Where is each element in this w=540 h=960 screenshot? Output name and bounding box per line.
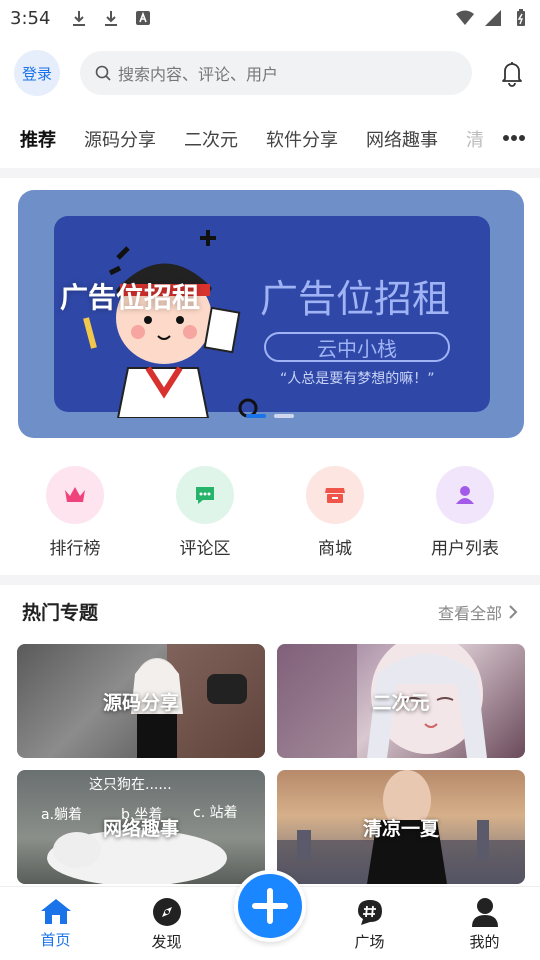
quick-icon-bg <box>46 466 104 524</box>
person-icon <box>471 898 498 927</box>
bell-icon[interactable] <box>498 59 526 87</box>
quick-icon-bg <box>176 466 234 524</box>
status-bar: 3:54 <box>0 0 540 36</box>
status-time: 3:54 <box>10 7 51 29</box>
ad-banner[interactable]: 广告位招租 广告位招租 云中小栈 “人总是要有梦想的嘛！” <box>18 190 524 438</box>
comment-icon <box>196 487 214 504</box>
quick-icon-bg <box>306 466 364 524</box>
topic-card-summer[interactable]: 清凉一夏 <box>277 770 525 884</box>
quick-icon-bg <box>436 466 494 524</box>
carousel-dot[interactable] <box>274 414 294 418</box>
topic-card-label: 二次元 <box>372 691 430 714</box>
nav-label: 广场 <box>354 933 385 951</box>
topic-card-internet-fun[interactable]: 这只狗在...... a.躺着 b.坐着 c. 站着 网络趣事 <box>17 770 265 884</box>
nav-label: 发现 <box>151 933 182 951</box>
tab-software[interactable]: 软件分享 <box>252 126 352 152</box>
card-overlay-option: c. 站着 <box>193 805 238 821</box>
tab-source-code[interactable]: 源码分享 <box>70 126 170 152</box>
search-input[interactable]: 搜索内容、评论、用户 <box>80 51 472 95</box>
card-overlay-option: a.躺着 <box>41 807 83 823</box>
search-icon <box>95 65 111 81</box>
tab-anime[interactable]: 二次元 <box>170 126 252 152</box>
compass-icon <box>152 898 181 926</box>
quick-item-users[interactable]: 用户列表 <box>400 466 530 562</box>
quick-item-label: 商城 <box>318 539 352 559</box>
tab-recommend[interactable]: 推荐 <box>0 126 70 172</box>
topic-card-label: 网络趣事 <box>102 817 179 840</box>
user-icon <box>456 486 474 504</box>
divider <box>0 168 540 178</box>
nav-mine[interactable]: 我的 <box>429 887 540 960</box>
nav-label: 我的 <box>469 933 500 951</box>
nav-square[interactable]: 广场 <box>314 887 425 960</box>
quick-item-shop[interactable]: 商城 <box>270 466 400 562</box>
font-icon <box>136 11 151 25</box>
banner-title: 广告位招租 <box>260 277 451 321</box>
search-placeholder: 搜索内容、评论、用户 <box>118 65 279 84</box>
see-all-link[interactable]: 查看全部 <box>438 600 518 624</box>
chevron-right-icon <box>509 605 518 619</box>
create-post-button[interactable] <box>234 870 306 942</box>
tab-summer[interactable]: 清 <box>452 126 498 152</box>
banner-left-text: 广告位招租 <box>60 281 201 314</box>
nav-home[interactable]: 首页 <box>0 887 111 960</box>
carousel-dot[interactable] <box>246 414 266 418</box>
plus-icon <box>252 888 288 924</box>
cartoon-illustration <box>83 230 258 418</box>
quick-item-label: 评论区 <box>179 539 231 559</box>
more-icon[interactable] <box>502 130 526 146</box>
category-tabs: 推荐 源码分享 二次元 软件分享 网络趣事 清 <box>0 110 540 172</box>
signal-icon <box>485 10 501 26</box>
quick-menu: 排行榜 评论区 商城 用户列表 <box>0 466 540 562</box>
topic-card-label: 清凉一夏 <box>362 817 439 840</box>
hashtag-icon <box>357 900 382 925</box>
quick-item-label: 用户列表 <box>431 539 499 559</box>
quick-item-ranking[interactable]: 排行榜 <box>10 466 140 562</box>
home-icon <box>40 899 71 924</box>
battery-icon <box>517 9 525 26</box>
banner-pill: 云中小栈 <box>264 332 450 362</box>
shop-icon <box>325 488 345 503</box>
wifi-icon <box>456 10 474 25</box>
quick-item-comments[interactable]: 评论区 <box>140 466 270 562</box>
download-icon <box>105 11 118 26</box>
nav-label: 首页 <box>40 931 71 949</box>
banner-subtitle: “人总是要有梦想的嘛！” <box>280 371 435 387</box>
crown-icon <box>65 487 85 502</box>
download-icon <box>73 11 86 26</box>
carousel-indicator <box>246 414 294 418</box>
nav-discover[interactable]: 发现 <box>111 887 222 960</box>
divider <box>0 575 540 585</box>
topic-card-label: 源码分享 <box>102 691 179 714</box>
header: 登录 搜索内容、评论、用户 <box>14 50 526 96</box>
section-title: 热门专题 <box>22 602 99 624</box>
topic-card-source-code[interactable]: 源码分享 <box>17 644 265 758</box>
login-button[interactable]: 登录 <box>14 50 60 96</box>
tab-internet-fun[interactable]: 网络趣事 <box>352 126 452 152</box>
card-overlay-caption: 这只狗在...... <box>89 777 172 793</box>
quick-item-label: 排行榜 <box>49 539 101 559</box>
topic-card-anime[interactable]: 二次元 <box>277 644 525 758</box>
see-all-label: 查看全部 <box>437 604 502 623</box>
